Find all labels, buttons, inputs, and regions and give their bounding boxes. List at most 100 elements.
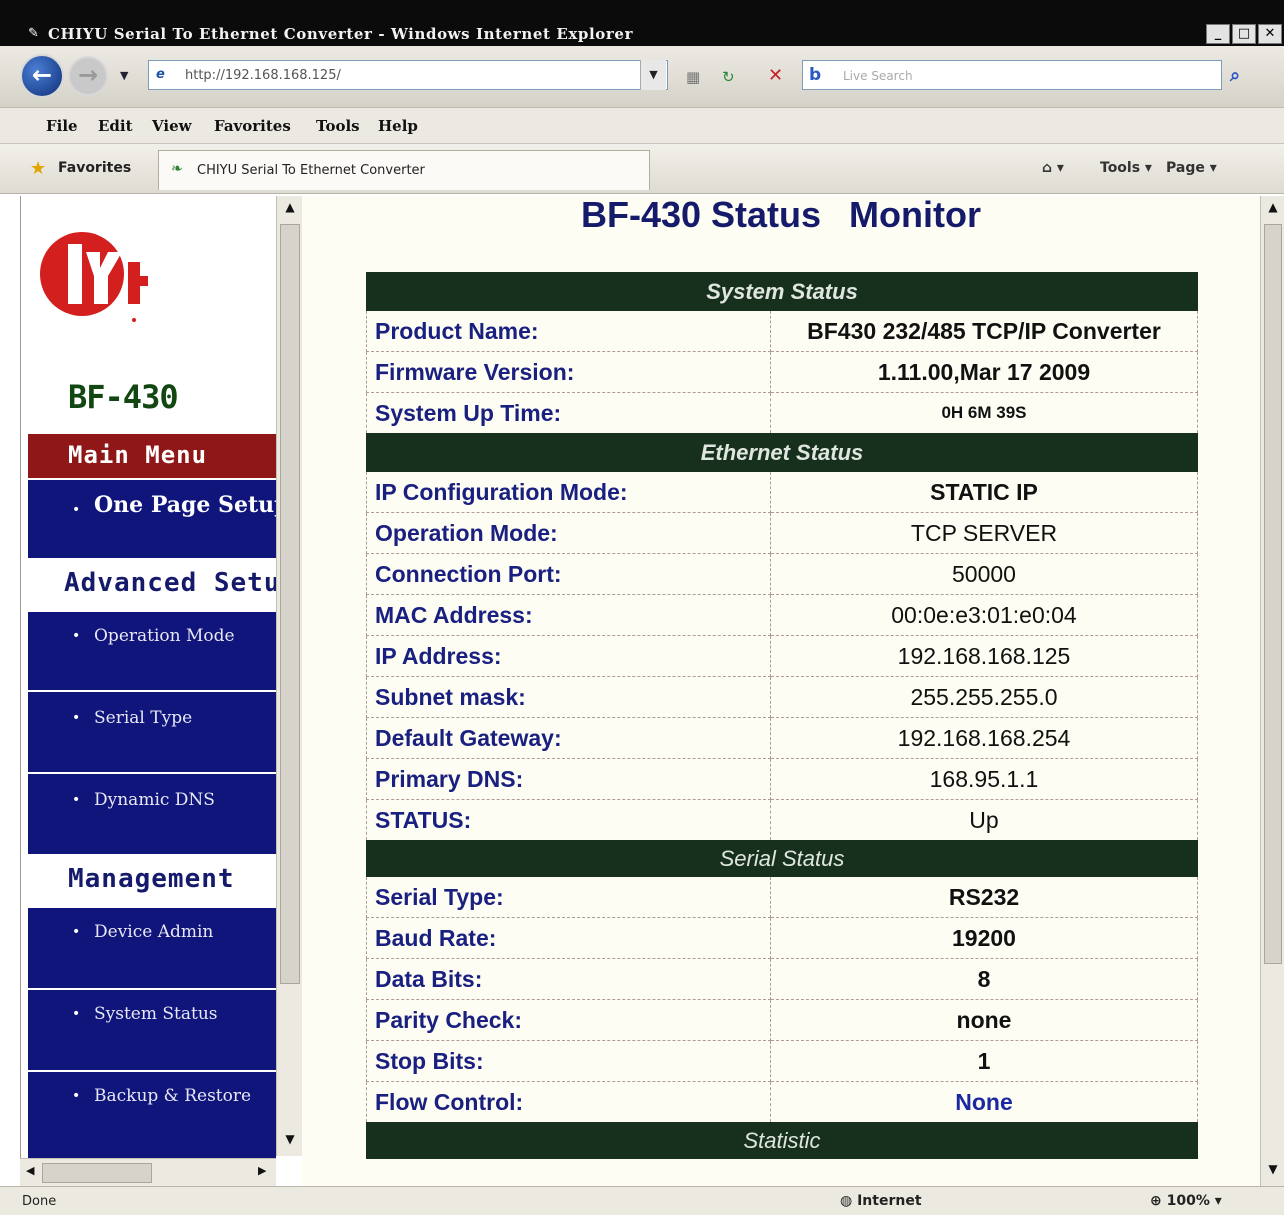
page-title: BF-430 Status Monitor (302, 194, 1260, 236)
menu-help[interactable]: Help (378, 117, 418, 135)
row-label: Default Gateway: (366, 717, 771, 759)
table-row: Baud Rate: 19200 (366, 917, 1198, 959)
history-dropdown-icon[interactable]: ▼ (120, 69, 128, 82)
address-dropdown-icon[interactable]: ▼ (640, 60, 666, 90)
nav-item-backup-restore[interactable]: • Backup & Restore (28, 1072, 276, 1158)
nav-item-serial-type[interactable]: • Serial Type (28, 692, 276, 772)
tab-title: CHIYU Serial To Ethernet Converter (197, 163, 425, 178)
table-row: Stop Bits: 1 (366, 1040, 1198, 1082)
nav-horizontal-scrollbar[interactable]: ◀ ▶ (20, 1158, 276, 1186)
forward-button[interactable]: → (68, 56, 108, 96)
row-label: Baud Rate: (366, 917, 771, 959)
table-row: Firmware Version: 1.11.00,Mar 17 2009 (366, 351, 1198, 393)
maximize-button[interactable]: □ (1232, 24, 1256, 44)
table-row: IP Address: 192.168.168.125 (366, 635, 1198, 677)
serial-status-heading: Serial Status (366, 840, 1198, 877)
nav-item-system-status[interactable]: • System Status (28, 990, 276, 1070)
system-status-heading: System Status (366, 272, 1198, 311)
menu-file[interactable]: File (46, 117, 78, 135)
menu-bar: File Edit View Favorites Tools Help (0, 108, 1284, 144)
scroll-thumb[interactable] (280, 224, 300, 984)
nav-item-label: Backup & Restore (94, 1086, 252, 1106)
address-field[interactable]: e http://192.168.168.125/ (148, 60, 668, 90)
row-label: Product Name: (366, 310, 771, 352)
compatibility-icon[interactable]: ▦ (686, 68, 700, 86)
model-label: BF-430 (68, 378, 179, 416)
row-label: Firmware Version: (366, 351, 771, 393)
table-row: IP Configuration Mode: STATIC IP (366, 471, 1198, 513)
bullet-icon: • (72, 924, 81, 940)
row-label: Flow Control: (366, 1081, 771, 1123)
table-row: Flow Control: None (366, 1081, 1198, 1123)
row-label: STATUS: (366, 799, 771, 841)
table-row: Serial Type: RS232 (366, 876, 1198, 918)
scroll-right-icon[interactable]: ▶ (258, 1164, 266, 1177)
menu-edit[interactable]: Edit (98, 117, 133, 135)
nav-item-label: One Page Setup (94, 492, 276, 518)
zone-label: Internet (857, 1193, 922, 1209)
row-value: BF430 232/485 TCP/IP Converter (770, 310, 1198, 352)
globe-icon: ◍ (840, 1193, 858, 1209)
forward-arrow-icon: → (77, 61, 99, 89)
favorites-button[interactable]: Favorites (58, 160, 131, 176)
content-vertical-scrollbar[interactable]: ▲ ▼ (1260, 196, 1284, 1186)
row-value: 0H 6M 39S (770, 392, 1198, 434)
scroll-up-icon[interactable]: ▲ (1264, 200, 1282, 220)
search-go-icon[interactable]: ⌕ (1230, 65, 1240, 86)
row-label: Serial Type: (366, 876, 771, 918)
chiyu-logo (40, 232, 148, 322)
tools-command[interactable]: Tools ▾ (1100, 160, 1152, 176)
window-title: CHIYU Serial To Ethernet Converter - Win… (48, 25, 634, 43)
tab-page-icon: ❧ (171, 161, 183, 177)
close-button[interactable]: ✕ (1258, 24, 1282, 44)
ethernet-status-heading: Ethernet Status (366, 433, 1198, 472)
nav-item-label: Dynamic DNS (94, 790, 215, 810)
nav-item-label: Serial Type (94, 708, 193, 728)
scroll-left-icon[interactable]: ◀ (26, 1164, 34, 1177)
bullet-icon: • (72, 628, 81, 644)
menu-view[interactable]: View (152, 117, 192, 135)
scroll-thumb[interactable] (42, 1163, 152, 1183)
nav-item-one-page-setup[interactable]: • One Page Setup (28, 480, 276, 558)
internet-zone: ◍ Internet (840, 1193, 922, 1209)
table-row: Subnet mask: 255.255.255.0 (366, 676, 1198, 718)
address-text[interactable]: http://192.168.168.125/ (185, 68, 341, 83)
favorites-star-icon[interactable]: ★ (30, 158, 46, 179)
advanced-setup-heading: Advanced Setup (28, 560, 276, 612)
row-label: Parity Check: (366, 999, 771, 1041)
advanced-setup-label: Advanced Setup (64, 568, 276, 598)
page-title-part2: Monitor (849, 194, 982, 235)
menu-favorites[interactable]: Favorites (214, 117, 291, 135)
bullet-icon: • (72, 792, 81, 808)
scroll-thumb[interactable] (1264, 224, 1282, 964)
refresh-icon[interactable]: ↻ (722, 68, 735, 86)
nav-item-device-admin[interactable]: • Device Admin (28, 908, 276, 988)
table-row: MAC Address: 00:0e:e3:01:e0:04 (366, 594, 1198, 636)
search-field[interactable]: b Live Search (802, 60, 1222, 90)
nav-item-operation-mode[interactable]: • Operation Mode (28, 612, 276, 690)
bullet-icon: • (72, 1006, 81, 1022)
browser-tab[interactable]: ❧ CHIYU Serial To Ethernet Converter (158, 150, 650, 190)
table-row: Operation Mode: TCP SERVER (366, 512, 1198, 554)
minimize-button[interactable]: _ (1206, 24, 1230, 44)
zoom-icon: ⊕ (1150, 1193, 1167, 1209)
zoom-control[interactable]: ⊕ 100% ▾ (1150, 1193, 1222, 1209)
page-command[interactable]: Page ▾ (1166, 160, 1217, 176)
nav-vertical-scrollbar[interactable]: ▲ ▼ (276, 196, 302, 1156)
menu-tools[interactable]: Tools (316, 117, 360, 135)
nav-item-label: Operation Mode (94, 626, 235, 646)
address-toolbar: ← → ▼ e http://192.168.168.125/ ▼ ▦ ↻ ✕ … (0, 46, 1284, 108)
status-bar: Done ◍ Internet ⊕ 100% ▾ (0, 1186, 1284, 1215)
scroll-up-icon[interactable]: ▲ (280, 200, 300, 220)
table-row: Data Bits: 8 (366, 958, 1198, 1000)
back-button[interactable]: ← (20, 54, 64, 98)
row-label: Data Bits: (366, 958, 771, 1000)
nav-item-label: Device Admin (94, 922, 214, 942)
nav-item-dynamic-dns[interactable]: • Dynamic DNS (28, 774, 276, 854)
home-icon[interactable]: ⌂ ▾ (1042, 160, 1064, 176)
scroll-down-icon[interactable]: ▼ (280, 1132, 300, 1152)
row-label: Operation Mode: (366, 512, 771, 554)
row-label: System Up Time: (366, 392, 771, 434)
stop-icon[interactable]: ✕ (768, 65, 783, 86)
scroll-down-icon[interactable]: ▼ (1264, 1162, 1282, 1182)
